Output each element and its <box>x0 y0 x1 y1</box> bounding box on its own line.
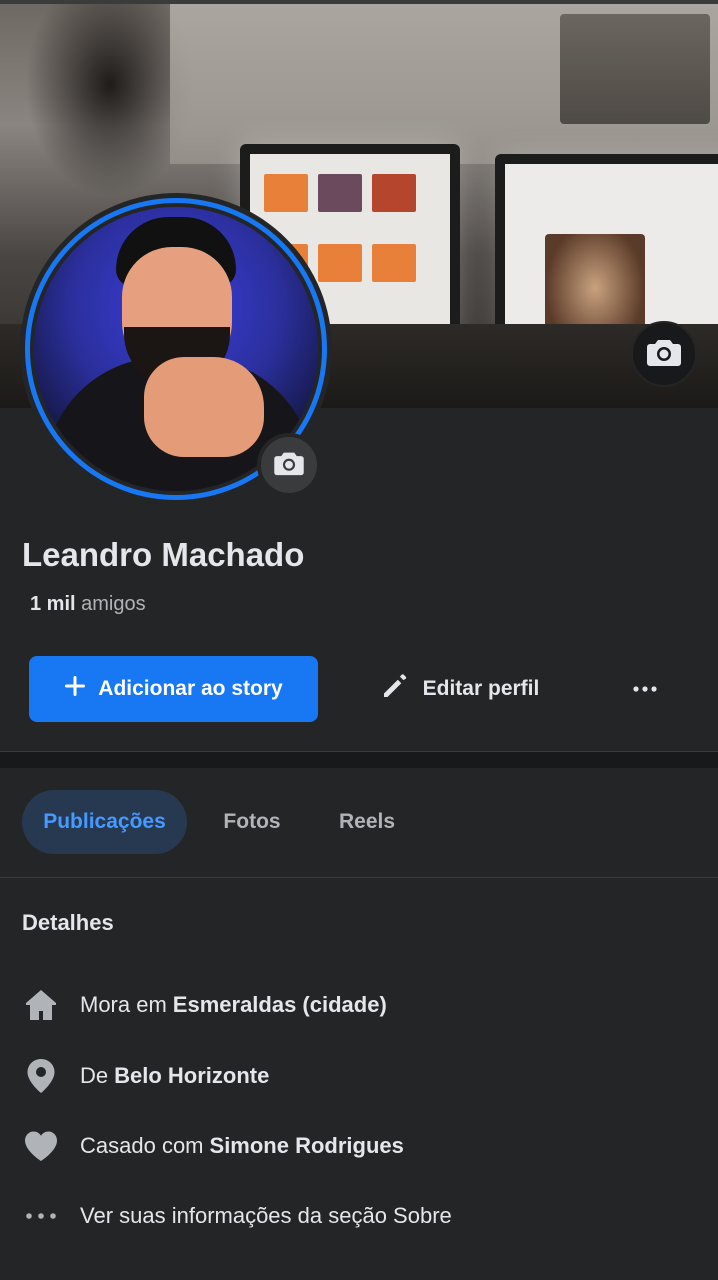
detail-lives-in[interactable]: Mora em Esmeraldas (cidade) <box>22 985 702 1025</box>
profile-tabs: Publicações Fotos Reels <box>0 768 718 878</box>
tab-publicacoes[interactable]: Publicações <box>22 790 187 854</box>
detail-lives-in-prefix: Mora em <box>80 992 167 1017</box>
see-about-info-link[interactable]: Ver suas informações da seção Sobre <box>22 1196 702 1236</box>
more-dots-icon <box>632 680 658 698</box>
camera-icon <box>647 337 681 372</box>
friends-count[interactable]: 1 mil amigos <box>30 593 146 616</box>
tab-fotos[interactable]: Fotos <box>206 790 298 854</box>
more-options-button[interactable] <box>600 656 690 722</box>
profile-name: Leandro Machado <box>22 536 305 573</box>
add-to-story-button[interactable]: Adicionar ao story <box>29 656 318 722</box>
edit-profile-label: Editar perfil <box>422 677 540 700</box>
detail-relationship-prefix: Casado com <box>80 1133 204 1158</box>
detail-relationship-value: Simone Rodrigues <box>209 1133 404 1158</box>
heart-icon <box>22 1127 60 1165</box>
details-heading: Detalhes <box>22 910 114 935</box>
detail-from-prefix: De <box>80 1063 109 1088</box>
edit-profile-button[interactable]: Editar perfil <box>340 656 580 722</box>
detail-from-value: Belo Horizonte <box>114 1063 270 1088</box>
home-icon <box>22 986 60 1024</box>
detail-from[interactable]: De Belo Horizonte <box>22 1056 702 1096</box>
more-dots-icon <box>22 1197 60 1235</box>
detail-relationship[interactable]: Casado com Simone Rodrigues <box>22 1126 702 1166</box>
edit-profile-picture-button[interactable] <box>257 433 321 497</box>
friends-label: amigos <box>81 593 146 615</box>
see-about-info-label: Ver suas informações da seção Sobre <box>80 1203 452 1228</box>
divider <box>0 877 718 878</box>
camera-icon <box>274 450 304 481</box>
tab-reels[interactable]: Reels <box>322 790 412 854</box>
pencil-icon <box>381 672 409 706</box>
add-to-story-label: Adicionar ao story <box>98 677 283 700</box>
plus-icon <box>64 675 86 703</box>
friends-count-value: 1 mil <box>30 593 76 615</box>
section-separator <box>0 752 718 768</box>
detail-lives-in-value: Esmeraldas (cidade) <box>172 992 387 1017</box>
location-pin-icon <box>22 1057 60 1095</box>
edit-cover-camera-button[interactable] <box>631 321 697 387</box>
